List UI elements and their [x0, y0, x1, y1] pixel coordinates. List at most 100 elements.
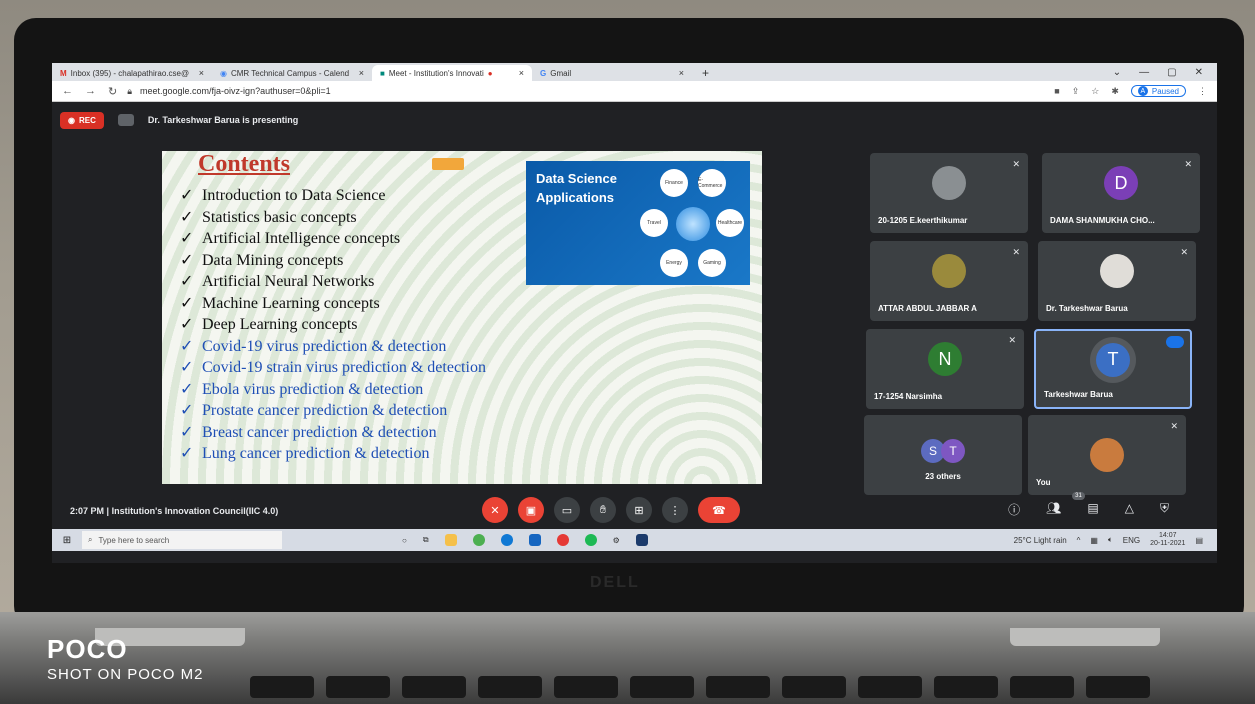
- close-icon[interactable]: ×: [199, 68, 204, 78]
- activities-icon[interactable]: △: [1125, 501, 1134, 518]
- close-icon[interactable]: ×: [359, 68, 364, 78]
- recording-badge: ◉ REC: [60, 111, 104, 129]
- mail-icon[interactable]: [528, 534, 541, 546]
- browser-tab-bar: M Inbox (395) - chalapathirao.cse@ × ◉ C…: [52, 63, 1217, 81]
- chevron-up-icon[interactable]: ^: [1077, 536, 1081, 545]
- network-icon[interactable]: ▦: [1090, 536, 1098, 545]
- chrome-icon: ◉: [220, 68, 227, 78]
- url-field[interactable]: meet.google.com/fja-oivz-ign?authuser=0&…: [140, 86, 331, 96]
- settings-icon[interactable]: ⚙: [613, 536, 620, 545]
- hex-label: Healthcare: [716, 209, 744, 237]
- word-icon[interactable]: [635, 534, 648, 546]
- others-tile[interactable]: S T 23 others: [864, 415, 1022, 495]
- tab-label: Inbox (395) - chalapathirao.cse@: [70, 68, 190, 78]
- tab-calendar[interactable]: ◉ CMR Technical Campus - Calend ×: [212, 65, 372, 81]
- windows-start-icon[interactable]: ⊞: [52, 535, 82, 546]
- minimize-icon[interactable]: —: [1139, 67, 1149, 78]
- new-tab-button[interactable]: +: [692, 65, 719, 81]
- list-item: ✓ Deep Learning concepts: [180, 314, 486, 336]
- tab-meet[interactable]: ■ Meet - Institution's Innovati ● ×: [372, 65, 532, 81]
- list-item: ✓ Introduction to Data Science: [180, 185, 486, 207]
- profile-avatar: A: [1137, 86, 1148, 96]
- side-controls: ⓘ 👥︎ 31 ▤ △ ⛨: [1008, 492, 1169, 518]
- list-item: ✓ Lung cancer prediction & detection: [180, 443, 486, 465]
- window-controls: ⌄ — ▢ ✕: [1113, 63, 1217, 81]
- avatar: T: [1096, 342, 1130, 377]
- camera-toggle-button[interactable]: ▣: [518, 497, 544, 523]
- slide-toolbar-icon: [432, 158, 464, 170]
- apps-image-title: Data Science Applications: [536, 171, 617, 205]
- close-icon[interactable]: ×: [679, 68, 684, 78]
- atom-icon: [676, 207, 710, 241]
- camera-icon[interactable]: ■: [1054, 86, 1059, 96]
- task-view-icon[interactable]: ⧉: [423, 535, 429, 545]
- file-explorer-icon[interactable]: [444, 534, 457, 546]
- lock-icon[interactable]: 🔒︎: [127, 86, 132, 97]
- captions-button[interactable]: ▭: [554, 497, 580, 523]
- host-controls-icon[interactable]: ⛨: [1160, 501, 1169, 518]
- list-item: ✓ Covid-19 virus prediction & detection: [180, 336, 486, 358]
- close-window-icon[interactable]: ✕: [1195, 67, 1203, 78]
- laptop-screen: M Inbox (395) - chalapathirao.cse@ × ◉ C…: [52, 63, 1217, 563]
- close-icon[interactable]: ×: [519, 68, 524, 78]
- check-icon: ✓: [180, 402, 194, 419]
- tab-gmail[interactable]: G Gmail ×: [532, 65, 692, 81]
- system-tray: 25°C Light rain ^ ▦ 🔈︎ ENG 14:07 20-11-2…: [1014, 532, 1217, 548]
- share-icon[interactable]: ⇪: [1072, 86, 1080, 97]
- taskbar-search-box[interactable]: ⌕ Type here to search: [82, 531, 282, 549]
- avatar: T: [941, 439, 965, 463]
- toolbar-icons: ■ ⇪ ☆ ✱ A Paused ⋮: [1054, 85, 1217, 97]
- keyboard-row: [250, 676, 1150, 698]
- people-icon[interactable]: 👥︎ 31: [1046, 492, 1085, 518]
- maximize-icon[interactable]: ▢: [1167, 67, 1176, 78]
- notifications-icon[interactable]: ▤: [1195, 536, 1203, 545]
- others-avatars: S T: [921, 439, 965, 463]
- forward-icon[interactable]: →: [85, 85, 96, 98]
- tab-gmail-inbox[interactable]: M Inbox (395) - chalapathirao.cse@ ×: [52, 65, 212, 81]
- participant-tile[interactable]: ✕ 20-1205 E.keerthikumar: [870, 153, 1028, 233]
- menu-icon[interactable]: ⋮: [1198, 86, 1207, 97]
- participant-tile[interactable]: ✕ ATTAR ABDUL JABBAR A: [870, 241, 1028, 321]
- chat-icon[interactable]: ▤: [1087, 501, 1098, 518]
- language-indicator[interactable]: ENG: [1123, 536, 1140, 545]
- mic-toggle-button[interactable]: ✕: [482, 497, 508, 523]
- mic-off-icon: ✕: [1012, 247, 1020, 257]
- gmail-icon: M: [60, 68, 67, 78]
- more-options-button[interactable]: ⋮: [662, 497, 688, 523]
- volume-icon[interactable]: 🔈︎: [1108, 535, 1113, 545]
- spotify-icon[interactable]: [584, 534, 597, 546]
- opera-icon[interactable]: [556, 534, 569, 546]
- chevron-down-icon[interactable]: ⌄: [1113, 67, 1121, 78]
- meeting-info: 2:07 PM | Institution's Innovation Counc…: [70, 506, 279, 516]
- hex-label: Travel: [640, 209, 668, 237]
- present-icon: ⊞: [634, 504, 644, 517]
- extensions-icon[interactable]: ✱: [1111, 86, 1119, 97]
- info-icon[interactable]: ⓘ: [1008, 501, 1020, 518]
- star-icon[interactable]: ☆: [1091, 86, 1099, 97]
- cortana-icon[interactable]: ○: [402, 536, 407, 545]
- reload-icon[interactable]: ↻: [108, 85, 117, 98]
- self-tile[interactable]: ✕ You: [1028, 415, 1186, 495]
- back-icon[interactable]: ←: [62, 85, 73, 98]
- leave-call-button[interactable]: ☎︎: [698, 497, 740, 523]
- participant-tile-active-speaker[interactable]: T Tarkeshwar Barua: [1034, 329, 1192, 409]
- data-science-applications-image: Data Science Applications Finance E-Comm…: [526, 161, 750, 285]
- participant-name: 17-1254 Narsimha: [874, 392, 943, 401]
- search-placeholder: Type here to search: [98, 535, 170, 545]
- taskbar-apps: ○ ⧉ ⚙: [402, 534, 648, 546]
- present-button[interactable]: ⊞: [626, 497, 652, 523]
- address-bar-row: ← → ↻ 🔒︎ meet.google.com/fja-oivz-ign?au…: [52, 81, 1217, 102]
- participant-tile[interactable]: ✕ D DAMA SHANMUKHA CHO...: [1042, 153, 1200, 233]
- weather-text[interactable]: 25°C Light rain: [1014, 536, 1067, 545]
- clock[interactable]: 14:07 20-11-2021: [1150, 532, 1185, 548]
- hex-label: Finance: [660, 169, 688, 197]
- edge-icon[interactable]: [500, 534, 513, 546]
- chrome-taskbar-icon[interactable]: [472, 534, 485, 546]
- participant-name: 20-1205 E.keerthikumar: [878, 216, 968, 225]
- profile-button[interactable]: A Paused: [1130, 85, 1186, 97]
- raise-hand-button[interactable]: ✋︎: [590, 497, 616, 523]
- mic-off-icon: ✕: [1184, 159, 1192, 169]
- participant-tile[interactable]: ✕ N 17-1254 Narsimha: [866, 329, 1024, 409]
- participant-tile[interactable]: ✕ Dr. Tarkeshwar Barua: [1038, 241, 1196, 321]
- participant-name: 23 others: [925, 472, 961, 481]
